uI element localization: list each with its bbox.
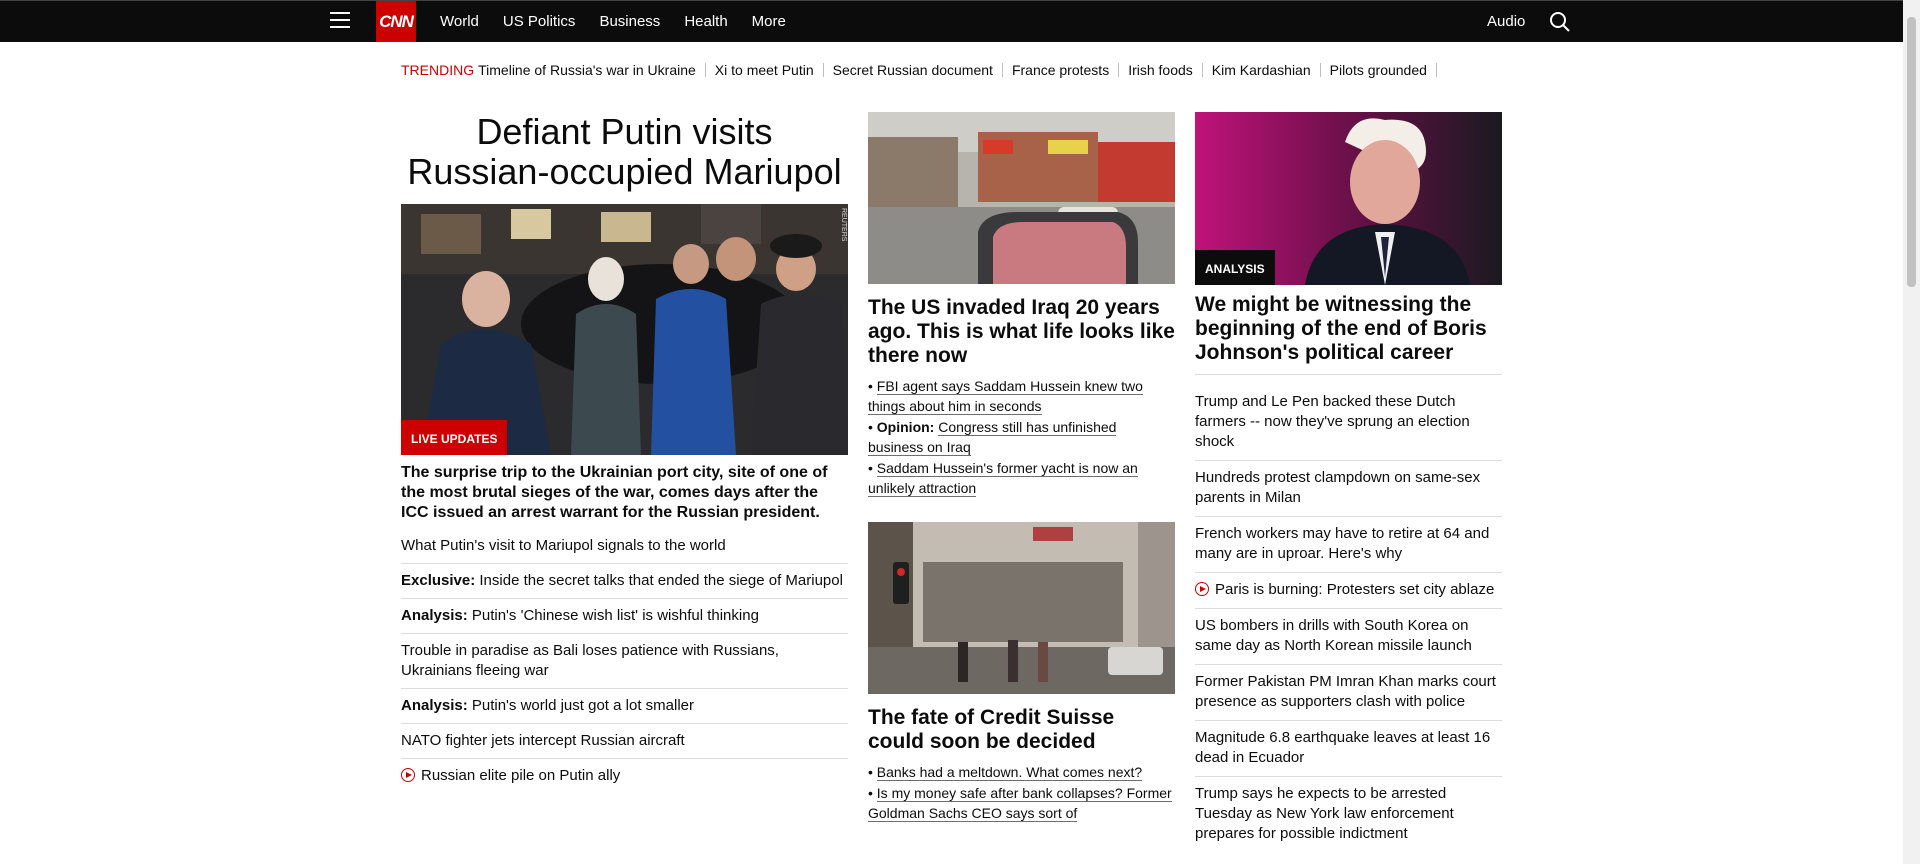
iraq-headline[interactable]: The US invaded Iraq 20 years ago. This i… xyxy=(868,296,1175,368)
list-item[interactable]: Trump and Le Pen backed these Dutch farm… xyxy=(1195,385,1502,461)
photo-watermark: REUTERS xyxy=(840,208,847,242)
credit-suisse-image[interactable] xyxy=(868,522,1175,694)
middle-column: The US invaded Iraq 20 years ago. This i… xyxy=(868,112,1175,823)
divider xyxy=(1319,63,1321,77)
iraq-related-links: • FBI agent says Saddam Hussein knew two… xyxy=(868,376,1175,498)
list-item[interactable]: • Banks had a meltdown. What comes next? xyxy=(868,762,1175,782)
credit-suisse-headline[interactable]: The fate of Credit Suisse could soon be … xyxy=(868,706,1175,754)
list-item[interactable]: Exclusive: Inside the secret talks that … xyxy=(401,564,848,599)
right-column: ANALYSIS We might be witnessing the begi… xyxy=(1195,112,1502,852)
list-item[interactable]: Russian elite pile on Putin ally xyxy=(401,759,848,793)
list-item[interactable]: Magnitude 6.8 earthquake leaves at least… xyxy=(1195,721,1502,777)
search-icon[interactable] xyxy=(1549,11,1571,33)
list-item[interactable]: • Saddam Hussein's former yacht is now a… xyxy=(868,458,1175,498)
trending-item[interactable]: Kim Kardashian xyxy=(1212,62,1311,78)
divider xyxy=(1118,63,1120,77)
list-item[interactable]: • Is my money safe after bank collapses?… xyxy=(868,783,1175,823)
list-item[interactable]: Paris is burning: Protesters set city ab… xyxy=(1195,573,1502,609)
list-item[interactable]: Analysis: Putin's world just got a lot s… xyxy=(401,689,848,724)
boris-headline[interactable]: We might be witnessing the beginning of … xyxy=(1195,293,1502,375)
analysis-badge: ANALYSIS xyxy=(1195,250,1275,285)
trending-item[interactable]: France protests xyxy=(1012,62,1109,78)
cnn-logo[interactable]: CNN xyxy=(376,1,416,42)
trending-bar: TRENDING Timeline of Russia's war in Ukr… xyxy=(401,62,1446,78)
iraq-image[interactable] xyxy=(868,112,1175,284)
divider xyxy=(822,63,824,77)
list-item[interactable]: NATO fighter jets intercept Russian airc… xyxy=(401,724,848,759)
nav-links: World US Politics Business Health More xyxy=(440,1,810,42)
nav-link-world[interactable]: World xyxy=(440,13,479,30)
divider xyxy=(1001,63,1003,77)
lead-summary[interactable]: The surprise trip to the Ukrainian port … xyxy=(401,463,848,523)
divider xyxy=(1435,63,1437,77)
list-item[interactable]: • FBI agent says Saddam Hussein knew two… xyxy=(868,376,1175,416)
lead-image[interactable]: LIVE UPDATES REUTERS xyxy=(401,204,848,455)
list-item[interactable]: • Opinion: Congress still has unfinished… xyxy=(868,417,1175,457)
list-item[interactable]: French workers may have to retire at 64 … xyxy=(1195,517,1502,573)
divider xyxy=(704,63,706,77)
list-item[interactable]: US bombers in drills with South Korea on… xyxy=(1195,609,1502,665)
trending-item[interactable]: Timeline of Russia's war in Ukraine xyxy=(478,62,696,78)
audio-link[interactable]: Audio xyxy=(1487,13,1525,30)
credit-suisse-photo xyxy=(868,522,1175,694)
nav-link-health[interactable]: Health xyxy=(684,13,727,30)
putin-crowd-photo xyxy=(401,204,848,455)
nav-link-us-politics[interactable]: US Politics xyxy=(503,13,576,30)
list-item[interactable]: Hundreds protest clampdown on same-sex p… xyxy=(1195,461,1502,517)
trending-item[interactable]: Xi to meet Putin xyxy=(715,62,814,78)
trending-item[interactable]: Secret Russian document xyxy=(833,62,993,78)
list-item[interactable]: Analysis: Putin's 'Chinese wish list' is… xyxy=(401,599,848,634)
related-links-list: What Putin's visit to Mariupol signals t… xyxy=(401,529,848,793)
nav-right: Audio xyxy=(1487,1,1571,42)
list-item[interactable]: Trouble in paradise as Bali loses patien… xyxy=(401,634,848,689)
boris-image[interactable]: ANALYSIS xyxy=(1195,112,1502,285)
list-item[interactable]: Former Pakistan PM Imran Khan marks cour… xyxy=(1195,665,1502,721)
credit-suisse-related-links: • Banks had a meltdown. What comes next?… xyxy=(868,762,1175,823)
trending-item[interactable]: Pilots grounded xyxy=(1330,62,1427,78)
scrollbar-thumb[interactable] xyxy=(1907,17,1916,287)
list-item[interactable]: What Putin's visit to Mariupol signals t… xyxy=(401,529,848,564)
play-video-icon xyxy=(1195,582,1209,596)
nav-link-business[interactable]: Business xyxy=(599,13,660,30)
top-nav: CNN World US Politics Business Health Mo… xyxy=(0,0,1903,42)
page-scrollbar[interactable] xyxy=(1903,0,1920,864)
trending-item[interactable]: Irish foods xyxy=(1128,62,1193,78)
live-updates-badge: LIVE UPDATES xyxy=(401,420,508,455)
nav-link-more[interactable]: More xyxy=(752,13,786,30)
list-item[interactable]: Trump says he expects to be arrested Tue… xyxy=(1195,777,1502,852)
play-video-icon xyxy=(401,768,415,782)
lead-headline[interactable]: Defiant Putin visits Russian-occupied Ma… xyxy=(401,112,848,192)
iraq-street-photo xyxy=(868,112,1175,284)
menu-icon[interactable] xyxy=(330,12,350,30)
world-links-list: Trump and Le Pen backed these Dutch farm… xyxy=(1195,385,1502,852)
divider xyxy=(1201,63,1203,77)
trending-label: TRENDING xyxy=(401,62,475,78)
lead-story-column: Defiant Putin visits Russian-occupied Ma… xyxy=(401,108,848,793)
